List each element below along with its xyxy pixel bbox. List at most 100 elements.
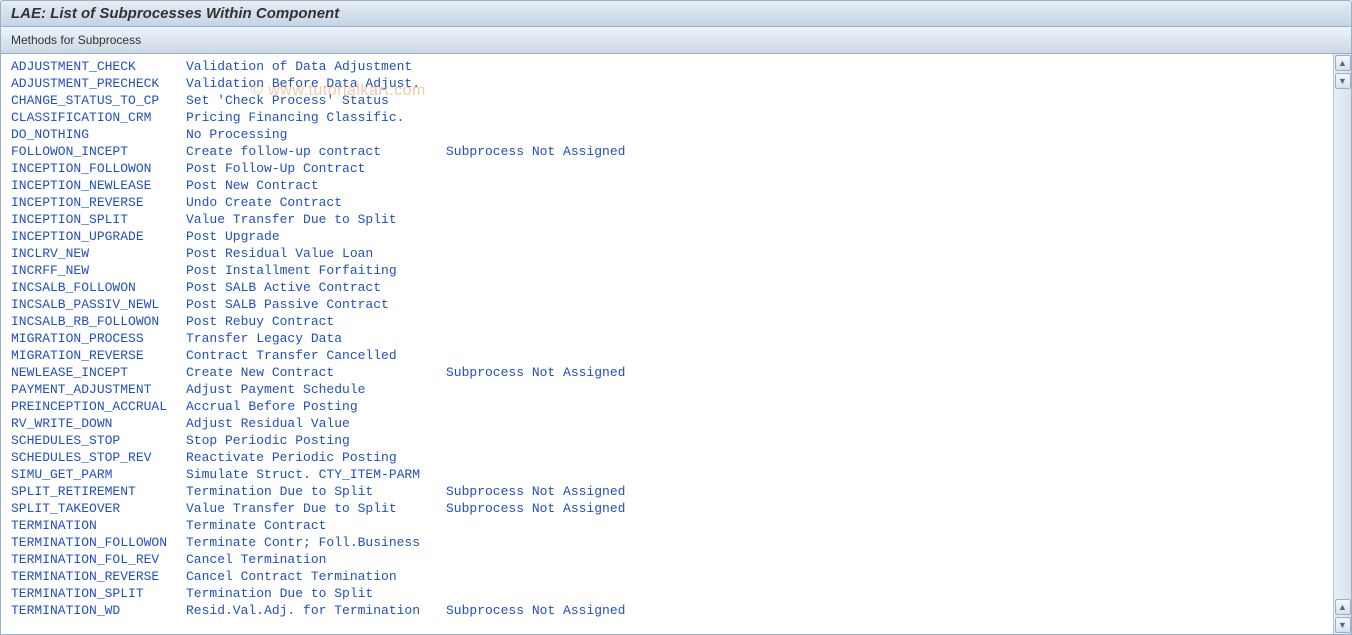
subprocess-code: INCLRV_NEW xyxy=(11,245,186,262)
window-title: LAE: List of Subprocesses Within Compone… xyxy=(11,5,339,22)
list-row[interactable]: SCHEDULES_STOPStop Periodic Posting xyxy=(11,432,1329,449)
subprocess-code: TERMINATION_FOL_REV xyxy=(11,551,186,568)
subprocess-code: SPLIT_RETIREMENT xyxy=(11,483,186,500)
subprocess-description: Validation Before Data Adjust. xyxy=(186,75,446,92)
subprocess-code: MIGRATION_REVERSE xyxy=(11,347,186,364)
subprocess-code: DO_NOTHING xyxy=(11,126,186,143)
subprocess-code: ADJUSTMENT_CHECK xyxy=(11,58,186,75)
window-title-bar: LAE: List of Subprocesses Within Compone… xyxy=(0,0,1352,27)
subprocess-code: INCEPTION_SPLIT xyxy=(11,211,186,228)
list-row[interactable]: INCEPTION_FOLLOWONPost Follow-Up Contrac… xyxy=(11,160,1329,177)
subprocess-description: Accrual Before Posting xyxy=(186,398,446,415)
list-row[interactable]: INCEPTION_NEWLEASEPost New Contract xyxy=(11,177,1329,194)
subprocess-description: Post Rebuy Contract xyxy=(186,313,446,330)
toolbar: Methods for Subprocess xyxy=(0,27,1352,54)
vertical-scrollbar[interactable]: ▲ ▼ ▲ ▼ xyxy=(1333,54,1351,634)
list-row[interactable]: INCSALB_RB_FOLLOWONPost Rebuy Contract xyxy=(11,313,1329,330)
subprocess-description: Value Transfer Due to Split xyxy=(186,500,446,517)
list-row[interactable]: SPLIT_TAKEOVERValue Transfer Due to Spli… xyxy=(11,500,1329,517)
subprocess-code: NEWLEASE_INCEPT xyxy=(11,364,186,381)
scroll-up-button[interactable]: ▲ xyxy=(1335,55,1351,71)
methods-for-subprocess-button[interactable]: Methods for Subprocess xyxy=(11,33,141,47)
list-row[interactable]: TERMINATION_REVERSECancel Contract Termi… xyxy=(11,568,1329,585)
list-row[interactable]: ADJUSTMENT_CHECKValidation of Data Adjus… xyxy=(11,58,1329,75)
subprocess-code: TERMINATION_SPLIT xyxy=(11,585,186,602)
subprocess-description: Cancel Termination xyxy=(186,551,446,568)
list-row[interactable]: INCRFF_NEWPost Installment Forfaiting xyxy=(11,262,1329,279)
list-row[interactable]: PAYMENT_ADJUSTMENTAdjust Payment Schedul… xyxy=(11,381,1329,398)
chevron-up-icon: ▲ xyxy=(1338,58,1347,68)
list-row[interactable]: TERMINATION_FOLLOWONTerminate Contr; Fol… xyxy=(11,534,1329,551)
subprocess-status: Subprocess Not Assigned xyxy=(446,143,625,160)
list-row[interactable]: FOLLOWON_INCEPTCreate follow-up contract… xyxy=(11,143,1329,160)
list-row[interactable]: TERMINATIONTerminate Contract xyxy=(11,517,1329,534)
list-row[interactable]: SIMU_GET_PARMSimulate Struct. CTY_ITEM-P… xyxy=(11,466,1329,483)
subprocess-description: Create follow-up contract xyxy=(186,143,446,160)
scroll-down-button[interactable]: ▼ xyxy=(1335,73,1351,89)
subprocess-code: TERMINATION_WD xyxy=(11,602,186,619)
list-row[interactable]: INCEPTION_SPLITValue Transfer Due to Spl… xyxy=(11,211,1329,228)
subprocess-description: Post SALB Active Contract xyxy=(186,279,446,296)
list-row[interactable]: MIGRATION_PROCESSTransfer Legacy Data xyxy=(11,330,1329,347)
subprocess-code: MIGRATION_PROCESS xyxy=(11,330,186,347)
subprocess-description: No Processing xyxy=(186,126,446,143)
subprocess-description: Post Follow-Up Contract xyxy=(186,160,446,177)
subprocess-code: FOLLOWON_INCEPT xyxy=(11,143,186,160)
list-row[interactable]: SPLIT_RETIREMENTTermination Due to Split… xyxy=(11,483,1329,500)
list-row[interactable]: SCHEDULES_STOP_REVReactivate Periodic Po… xyxy=(11,449,1329,466)
list-row[interactable]: INCSALB_PASSIV_NEWLPost SALB Passive Con… xyxy=(11,296,1329,313)
subprocess-code: CLASSIFICATION_CRM xyxy=(11,109,186,126)
scroll-up-button-bottom[interactable]: ▲ xyxy=(1335,599,1351,615)
subprocess-description: Transfer Legacy Data xyxy=(186,330,446,347)
list-row[interactable]: INCEPTION_REVERSEUndo Create Contract xyxy=(11,194,1329,211)
subprocess-description: Reactivate Periodic Posting xyxy=(186,449,446,466)
subprocess-code: PREINCEPTION_ACCRUAL xyxy=(11,398,186,415)
list-row[interactable]: CHANGE_STATUS_TO_CPSet 'Check Process' S… xyxy=(11,92,1329,109)
scroll-down-button-bottom[interactable]: ▼ xyxy=(1335,617,1351,633)
list-row[interactable]: CLASSIFICATION_CRMPricing Financing Clas… xyxy=(11,109,1329,126)
subprocess-code: INCRFF_NEW xyxy=(11,262,186,279)
subprocess-code: ADJUSTMENT_PRECHECK xyxy=(11,75,186,92)
subprocess-description: Contract Transfer Cancelled xyxy=(186,347,446,364)
subprocess-code: SPLIT_TAKEOVER xyxy=(11,500,186,517)
subprocess-code: INCSALB_FOLLOWON xyxy=(11,279,186,296)
list-row[interactable]: RV_WRITE_DOWNAdjust Residual Value xyxy=(11,415,1329,432)
subprocess-description: Terminate Contract xyxy=(186,517,446,534)
list-row[interactable]: TERMINATION_FOL_REVCancel Termination xyxy=(11,551,1329,568)
list-row[interactable]: MIGRATION_REVERSEContract Transfer Cance… xyxy=(11,347,1329,364)
subprocess-description: Cancel Contract Termination xyxy=(186,568,446,585)
subprocess-description: Termination Due to Split xyxy=(186,483,446,500)
list-row[interactable]: INCSALB_FOLLOWONPost SALB Active Contrac… xyxy=(11,279,1329,296)
subprocess-code: TERMINATION_FOLLOWON xyxy=(11,534,186,551)
list-row[interactable]: PREINCEPTION_ACCRUALAccrual Before Posti… xyxy=(11,398,1329,415)
subprocess-description: Adjust Residual Value xyxy=(186,415,446,432)
list-row[interactable]: INCEPTION_UPGRADEPost Upgrade xyxy=(11,228,1329,245)
list-row[interactable]: NEWLEASE_INCEPTCreate New ContractSubpro… xyxy=(11,364,1329,381)
list-row[interactable]: TERMINATION_WDResid.Val.Adj. for Termina… xyxy=(11,602,1329,619)
subprocess-code: INCEPTION_FOLLOWON xyxy=(11,160,186,177)
chevron-up-icon: ▲ xyxy=(1338,602,1347,612)
subprocess-code: INCEPTION_NEWLEASE xyxy=(11,177,186,194)
list-row[interactable]: INCLRV_NEWPost Residual Value Loan xyxy=(11,245,1329,262)
list-row[interactable]: ADJUSTMENT_PRECHECKValidation Before Dat… xyxy=(11,75,1329,92)
subprocess-code: TERMINATION_REVERSE xyxy=(11,568,186,585)
subprocess-description: Validation of Data Adjustment xyxy=(186,58,446,75)
subprocess-description: Post Upgrade xyxy=(186,228,446,245)
subprocess-code: SCHEDULES_STOP_REV xyxy=(11,449,186,466)
chevron-down-icon: ▼ xyxy=(1338,620,1347,630)
subprocess-code: RV_WRITE_DOWN xyxy=(11,415,186,432)
list-row[interactable]: TERMINATION_SPLITTermination Due to Spli… xyxy=(11,585,1329,602)
subprocess-description: Simulate Struct. CTY_ITEM-PARM xyxy=(186,466,446,483)
subprocess-description: Create New Contract xyxy=(186,364,446,381)
subprocess-description: Post SALB Passive Contract xyxy=(186,296,446,313)
subprocess-code: INCEPTION_UPGRADE xyxy=(11,228,186,245)
subprocess-code: SCHEDULES_STOP xyxy=(11,432,186,449)
subprocess-description: Value Transfer Due to Split xyxy=(186,211,446,228)
subprocess-description: Adjust Payment Schedule xyxy=(186,381,446,398)
subprocess-code: SIMU_GET_PARM xyxy=(11,466,186,483)
subprocess-code: INCSALB_PASSIV_NEWL xyxy=(11,296,186,313)
subprocess-code: TERMINATION xyxy=(11,517,186,534)
subprocess-description: Resid.Val.Adj. for Termination xyxy=(186,602,446,619)
subprocess-description: Post Installment Forfaiting xyxy=(186,262,446,279)
list-row[interactable]: DO_NOTHINGNo Processing xyxy=(11,126,1329,143)
